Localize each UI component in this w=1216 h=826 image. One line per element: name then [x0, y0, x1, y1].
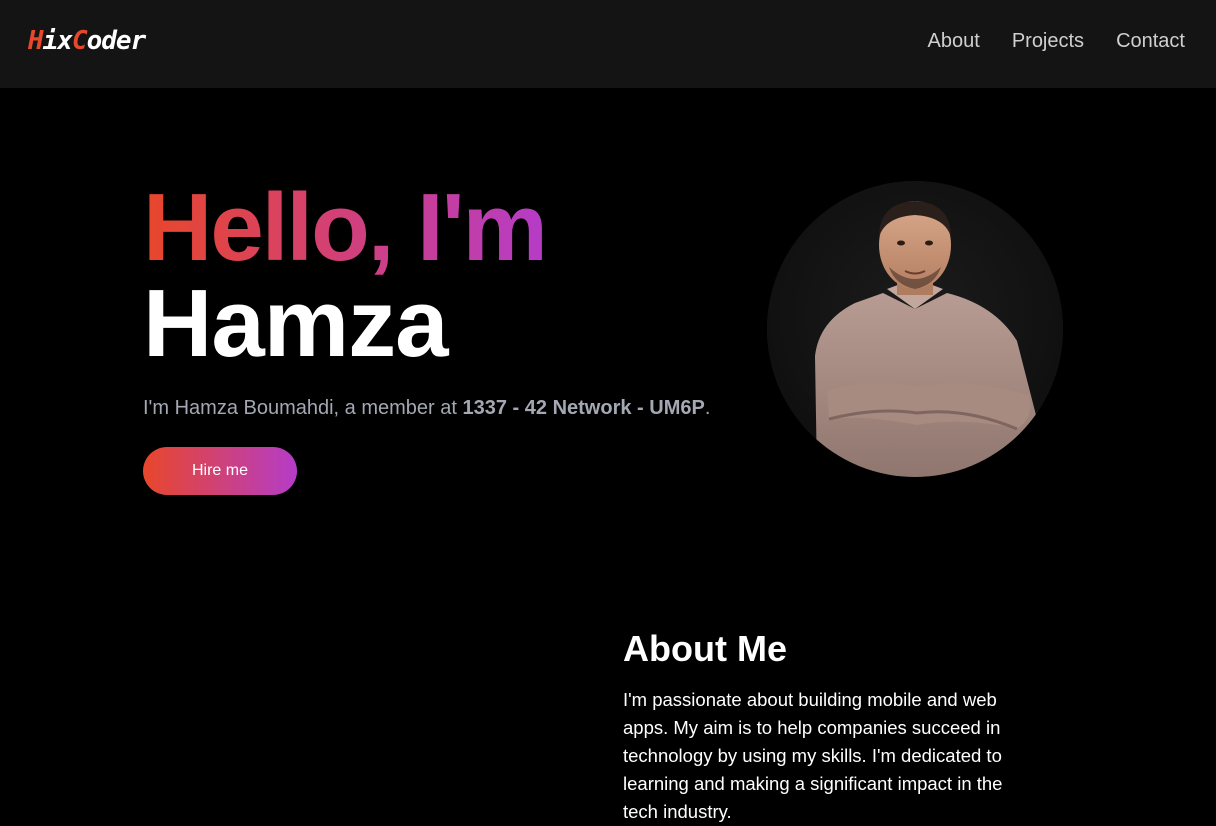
nav-link-contact[interactable]: Contact: [1116, 30, 1185, 53]
profile-photo: [767, 181, 1063, 477]
logo-letter-c: C: [71, 26, 88, 56]
hero-subtitle-org: 1337 - 42 Network - UM6P: [462, 397, 705, 419]
about-title: About Me: [623, 628, 787, 669]
hero-greeting: Hello, I'm: [143, 174, 548, 281]
logo-letters-oder: oder: [86, 26, 147, 56]
hire-me-button[interactable]: Hire me: [143, 447, 297, 495]
nav-link-projects[interactable]: Projects: [1012, 30, 1084, 53]
hero-subtitle-post: .: [704, 397, 711, 419]
hero-subtitle: I'm Hamza Boumahdi, a member at 1337 - 4…: [143, 397, 710, 420]
navbar: HixCoder About Projects Contact: [0, 0, 1216, 88]
profile-photo-illustration: [767, 181, 1063, 477]
about-text: I'm passionate about building mobile and…: [623, 689, 1003, 822]
logo-letter-h: H: [28, 26, 44, 56]
hero-name: Hamza: [143, 270, 448, 377]
hero-subtitle-pre: I'm Hamza Boumahdi, a member at: [143, 397, 463, 419]
nav-link-about[interactable]: About: [928, 30, 980, 53]
logo-letters-ix: ix: [42, 26, 73, 56]
site-logo[interactable]: HixCoder: [28, 26, 147, 56]
nav-links: About Projects Contact: [928, 30, 1185, 53]
